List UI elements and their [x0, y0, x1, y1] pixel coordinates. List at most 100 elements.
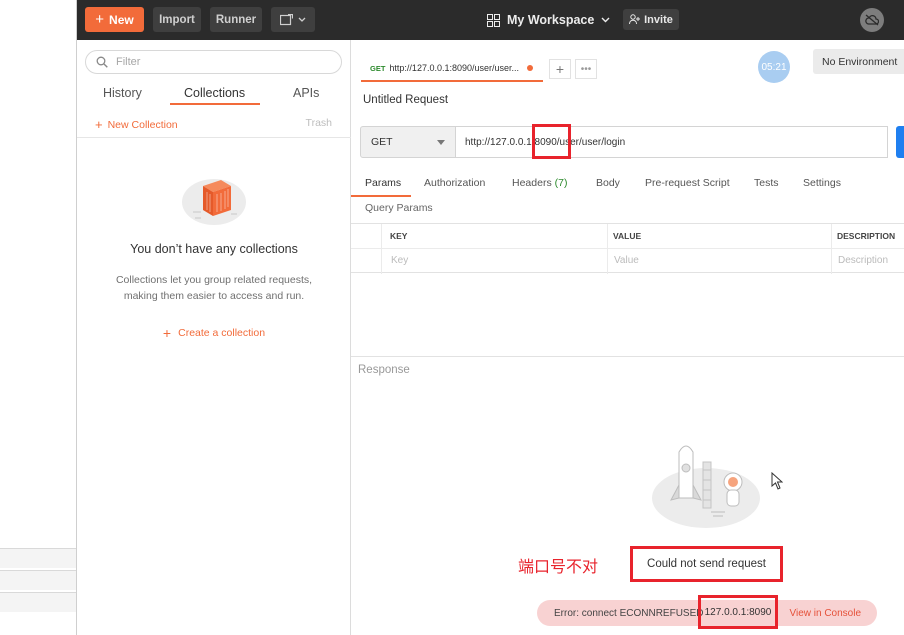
unsaved-dot: [527, 65, 534, 71]
empty-title: You don’t have any collections: [130, 242, 298, 256]
create-collection-label: Create a collection: [178, 327, 266, 339]
workspace-switcher[interactable]: My Workspace: [487, 9, 610, 31]
column-header-description: DESCRIPTION: [837, 231, 896, 241]
create-collection-link[interactable]: + Create a collection: [77, 325, 351, 341]
sidebar: Filter History Collections APIs + New Co…: [77, 40, 351, 635]
request-subtabs: Params Authorization Headers (7) Body Pr…: [351, 173, 904, 197]
param-description-input[interactable]: Description: [838, 255, 888, 266]
subtab-authorization[interactable]: Authorization: [424, 177, 485, 189]
new-collection-label: New Collection: [107, 118, 178, 131]
param-key-input[interactable]: Key: [391, 255, 408, 266]
subtab-headers-label: Headers: [512, 177, 552, 189]
sync-off-button[interactable]: [860, 8, 884, 32]
empty-description-line: making them easier to access and run.: [123, 290, 305, 302]
request-title: Untitled Request: [363, 94, 449, 106]
active-subtab-indicator: [351, 195, 411, 197]
grid-icon: [487, 13, 500, 27]
subtab-tests[interactable]: Tests: [754, 177, 779, 189]
new-button-label: New: [109, 12, 134, 27]
workspace-label: My Workspace: [507, 13, 595, 27]
error-host: 127.0.0.1:8090: [704, 606, 772, 618]
headers-count: (7): [554, 177, 568, 189]
collections-box-illustration: [182, 179, 246, 225]
plus-icon: +: [162, 325, 172, 341]
subtab-body[interactable]: Body: [596, 177, 620, 189]
filter-input[interactable]: Filter: [85, 50, 342, 74]
subtab-params[interactable]: Params: [365, 177, 401, 189]
error-message-box: Could not send request: [630, 546, 783, 582]
active-tab-indicator: [170, 103, 260, 105]
trash-link[interactable]: Trash: [306, 117, 332, 129]
screen: + New Import Runner My Workspace Invite: [0, 0, 904, 635]
column-header-value: VALUE: [613, 231, 642, 241]
window-icon: [280, 13, 293, 25]
error-detail: Error: connect ECONNREFUSED: [554, 607, 704, 619]
send-button[interactable]: [896, 126, 904, 158]
column-divider: [831, 224, 832, 274]
port-annotation-box: [532, 124, 571, 159]
method-select[interactable]: GET: [360, 126, 456, 158]
param-value-input[interactable]: Value: [614, 255, 639, 266]
request-tab[interactable]: GET http://127.0.0.1:8090/user/user...: [361, 56, 543, 82]
cloud-off-icon: [865, 14, 879, 26]
request-tab-title: http://127.0.0.1:8090/user/user...: [389, 63, 520, 73]
add-tab-button[interactable]: +: [549, 59, 571, 79]
query-params-title: Query Params: [365, 202, 433, 214]
new-window-button[interactable]: [271, 7, 315, 32]
more-tabs-button[interactable]: •••: [575, 59, 597, 79]
column-divider: [607, 224, 608, 274]
desktop-row: [0, 548, 76, 568]
runner-button-label: Runner: [215, 13, 257, 26]
caret-down-icon: [437, 139, 445, 145]
mouse-cursor-icon: [771, 472, 783, 490]
search-icon: [96, 56, 108, 68]
response-divider: [351, 356, 904, 357]
url-input[interactable]: http://127.0.0. 1:8090/user/user/login: [456, 126, 888, 158]
tab-apis[interactable]: APIs: [293, 86, 319, 100]
column-header-key: KEY: [390, 231, 408, 241]
params-table: KEY VALUE DESCRIPTION Key Value Descript…: [351, 223, 904, 274]
environment-select[interactable]: No Environment: [813, 49, 904, 74]
response-title: Response: [358, 364, 410, 376]
user-plus-icon: [629, 14, 641, 25]
chevron-down-icon: [601, 17, 610, 23]
column-divider: [381, 224, 382, 274]
timer-badge: 05:21: [758, 51, 790, 83]
ellipsis-icon: •••: [580, 63, 592, 75]
chevron-down-icon: [298, 17, 306, 22]
filter-placeholder: Filter: [116, 56, 141, 68]
subtab-headers[interactable]: Headers (7): [512, 177, 567, 189]
desktop-strip: [0, 0, 76, 635]
rocket-astronaut-illustration: [652, 445, 760, 528]
error-annotation-text: 端口号不对: [518, 559, 599, 576]
method-label: GET: [371, 136, 393, 148]
plus-icon: +: [555, 61, 565, 77]
tab-history[interactable]: History: [103, 86, 142, 100]
invite-label: Invite: [644, 13, 673, 26]
plus-icon: +: [95, 11, 105, 28]
new-collection-button[interactable]: + New Collection: [95, 117, 178, 132]
error-host-box: 127.0.0.1:8090: [698, 595, 778, 629]
subtab-settings[interactable]: Settings: [803, 177, 841, 189]
view-in-console-link[interactable]: View in Console: [789, 608, 861, 619]
desktop-row: [0, 592, 76, 612]
error-message: Could not send request: [647, 558, 766, 570]
url-text-part: http://127.0.0.: [465, 136, 527, 148]
app-header: + New Import Runner My Workspace Invite: [77, 0, 904, 40]
new-button[interactable]: + New: [85, 7, 144, 32]
tab-collections[interactable]: Collections: [184, 86, 245, 100]
desktop-row: [0, 570, 76, 590]
import-button-label: Import: [159, 13, 195, 26]
plus-icon: +: [95, 117, 103, 132]
request-tab-method: GET: [370, 63, 386, 73]
invite-button[interactable]: Invite: [623, 9, 679, 30]
empty-description-line: Collections let you group related reques…: [115, 274, 313, 286]
divider: [77, 137, 351, 138]
import-button[interactable]: Import: [153, 7, 201, 32]
request-pane: GET http://127.0.0.1:8090/user/user... +…: [351, 40, 904, 635]
row-divider: [351, 248, 904, 249]
postman-window: + New Import Runner My Workspace Invite: [76, 0, 904, 635]
runner-button[interactable]: Runner: [210, 7, 262, 32]
subtab-pre-request-script[interactable]: Pre-request Script: [645, 177, 730, 189]
empty-description: Collections let you group related reques…: [107, 272, 321, 304]
